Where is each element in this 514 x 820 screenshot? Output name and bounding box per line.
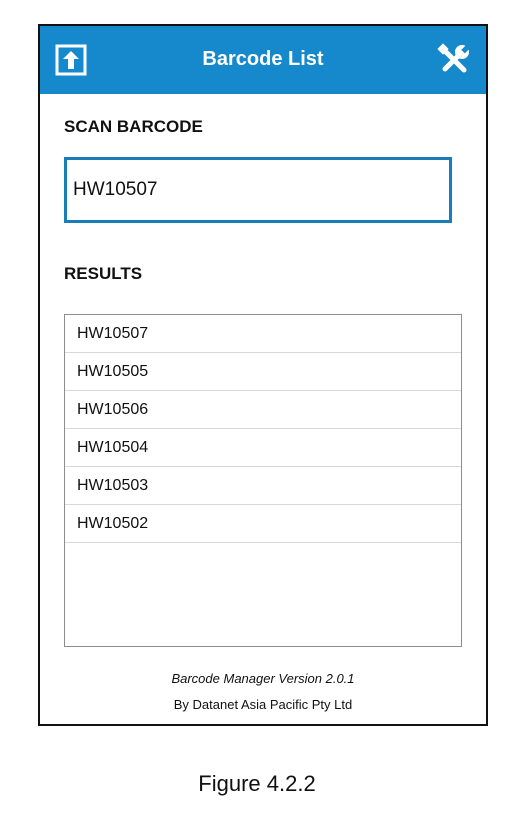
wrench-screwdriver-icon <box>437 43 471 73</box>
header-title: Barcode List <box>202 48 324 70</box>
company-text: By Datanet Asia Pacific Pty Ltd <box>173 697 353 712</box>
list-item[interactable]: HW10507 <box>65 315 461 353</box>
phone-screen: Barcode List SCAN BARCODE RESULTS HW1050… <box>38 24 488 726</box>
results-list[interactable]: HW10507 HW10505 HW10506 HW10504 HW10503 … <box>64 314 462 647</box>
settings-button[interactable] <box>436 42 472 78</box>
figure-caption: Figure 4.2.2 <box>198 771 316 796</box>
list-item[interactable]: HW10506 <box>65 391 461 429</box>
results-label: RESULTS <box>64 264 143 283</box>
app-header: Barcode List <box>40 26 486 94</box>
app-version-text: Barcode Manager Version 2.0.1 <box>171 671 355 686</box>
list-item[interactable]: HW10504 <box>65 429 461 467</box>
list-item[interactable]: HW10505 <box>65 353 461 391</box>
scan-barcode-input[interactable] <box>64 157 452 223</box>
list-item[interactable]: HW10502 <box>65 505 461 543</box>
list-item[interactable]: HW10503 <box>65 467 461 505</box>
scan-barcode-label: SCAN BARCODE <box>64 117 203 136</box>
